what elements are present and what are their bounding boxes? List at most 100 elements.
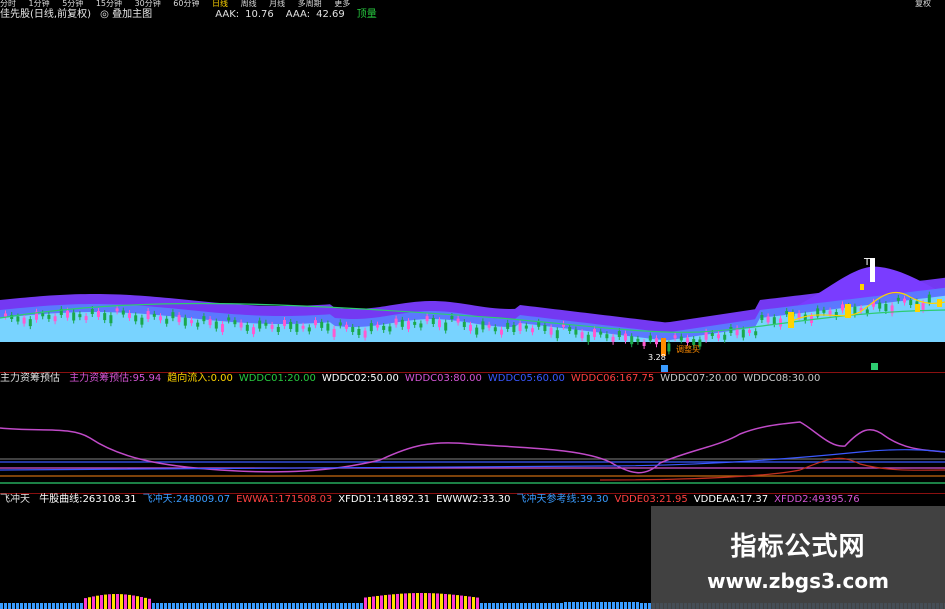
- histogram-bar: [172, 603, 175, 609]
- toolbar-item-monthly[interactable]: 月线: [269, 0, 285, 8]
- histogram-bar: [100, 595, 103, 609]
- field-label: 牛股曲线:: [39, 494, 83, 505]
- field-label: VDDE03:: [614, 494, 660, 505]
- toolbar-item-multi[interactable]: 多周期: [298, 0, 322, 8]
- period-toolbar: 分时 1分钟 5分钟 15分钟 30分钟 60分钟 日线 周线 月线 多周期 更…: [0, 0, 945, 9]
- toolbar-item-30min[interactable]: 30分钟: [135, 0, 161, 8]
- field-value: 20.00: [708, 373, 738, 384]
- candle: [630, 336, 634, 345]
- field-1: AAA: 42.69: [286, 9, 351, 20]
- field-7: WDDC07:20.00: [660, 373, 737, 384]
- candle: [524, 325, 528, 329]
- toolbar-item-intraday[interactable]: 分时: [0, 0, 16, 8]
- histogram-bar: [424, 593, 427, 609]
- candle: [41, 313, 45, 317]
- candle: [599, 331, 603, 335]
- toolbar-item-15min[interactable]: 15分钟: [96, 0, 122, 8]
- field-label: WDDC02:: [321, 373, 371, 384]
- candle: [196, 322, 200, 327]
- toolbar-item-5min[interactable]: 5分钟: [62, 0, 83, 8]
- histogram-bar: [204, 603, 207, 609]
- watermark: 指标公式网 www.zbgs3.com: [651, 506, 945, 609]
- histogram-bar: [468, 596, 471, 609]
- histogram-bar: [56, 603, 59, 609]
- candle: [258, 320, 262, 329]
- candle: [227, 317, 231, 321]
- histogram-bar: [344, 603, 347, 609]
- histogram-bar: [388, 594, 391, 609]
- toolbar-item-more[interactable]: 更多: [334, 0, 350, 8]
- histogram-bar: [124, 594, 127, 609]
- histogram-bar: [300, 603, 303, 609]
- overlay-toggle[interactable]: ◎ 叠加主图: [100, 9, 152, 20]
- bottom-marker: [661, 365, 668, 372]
- field-label: WDDC03:: [404, 373, 454, 384]
- field-label: EWWW2:: [436, 494, 482, 505]
- field-value: 167.75: [619, 373, 655, 384]
- candle: [245, 324, 249, 331]
- candle: [276, 326, 280, 332]
- histogram-bar: [212, 603, 215, 609]
- candle: [841, 304, 844, 311]
- field-1: 趋向流入:0.00: [167, 373, 233, 384]
- histogram-bar: [232, 603, 235, 609]
- candle: [865, 309, 869, 314]
- candle: [270, 324, 274, 329]
- toolbar-item-60min[interactable]: 60分钟: [173, 0, 199, 8]
- candle: [921, 302, 925, 310]
- histogram-bar: [564, 602, 567, 609]
- field-value: 17.37: [739, 494, 769, 505]
- field-label: WDDC05:: [487, 373, 537, 384]
- field-2: WDDC01:20.00: [239, 373, 316, 384]
- candle: [568, 327, 572, 331]
- histogram-bar: [104, 594, 107, 609]
- histogram-bar: [412, 593, 415, 609]
- histogram-bar: [504, 603, 507, 609]
- histogram-bar: [368, 596, 371, 609]
- histogram-bar: [528, 603, 531, 609]
- field-value: 50.00: [370, 373, 399, 384]
- histogram-bar: [268, 603, 271, 609]
- field-label: 主力资筹预估:: [69, 373, 133, 384]
- candle: [704, 331, 708, 340]
- candle: [617, 331, 621, 337]
- field-label: AAK:: [215, 9, 240, 20]
- adjust-button[interactable]: 复权: [915, 0, 931, 8]
- candle: [177, 315, 181, 323]
- candle: [462, 322, 466, 328]
- candle: [580, 332, 584, 339]
- histogram-bar: [324, 603, 327, 609]
- field-label: 飞冲天参考线:: [516, 494, 580, 505]
- candle: [53, 316, 57, 322]
- candle: [413, 321, 417, 325]
- histogram-bar: [396, 593, 399, 609]
- histogram-bar: [72, 603, 75, 609]
- histogram-bar: [60, 603, 63, 609]
- histogram-bar: [52, 603, 55, 609]
- histogram-bar: [16, 603, 19, 609]
- candle: [456, 318, 460, 323]
- histogram-bar: [552, 603, 555, 609]
- histogram-bar: [456, 595, 459, 609]
- candle: [537, 321, 541, 327]
- histogram-bar: [128, 594, 131, 609]
- field-label: AAA:: [285, 9, 311, 20]
- histogram-bar: [8, 603, 11, 609]
- candle: [754, 331, 758, 336]
- histogram-bar: [420, 593, 423, 609]
- field-value: 141892.31: [376, 494, 431, 505]
- candle: [611, 336, 615, 342]
- candle: [47, 314, 51, 319]
- candle: [636, 338, 640, 342]
- candle: [72, 312, 76, 321]
- toolbar-item-weekly[interactable]: 周线: [241, 0, 257, 8]
- toolbar-item-daily[interactable]: 日线: [212, 0, 228, 8]
- toolbar-item-1min[interactable]: 1分钟: [29, 0, 50, 8]
- histogram-bar: [0, 603, 3, 609]
- candle: [822, 309, 826, 313]
- candle: [22, 317, 26, 324]
- histogram-bar: [360, 603, 363, 609]
- field-4: EWWW2:33.30: [436, 494, 510, 505]
- histogram-bar: [280, 603, 283, 609]
- histogram-bar: [576, 602, 579, 609]
